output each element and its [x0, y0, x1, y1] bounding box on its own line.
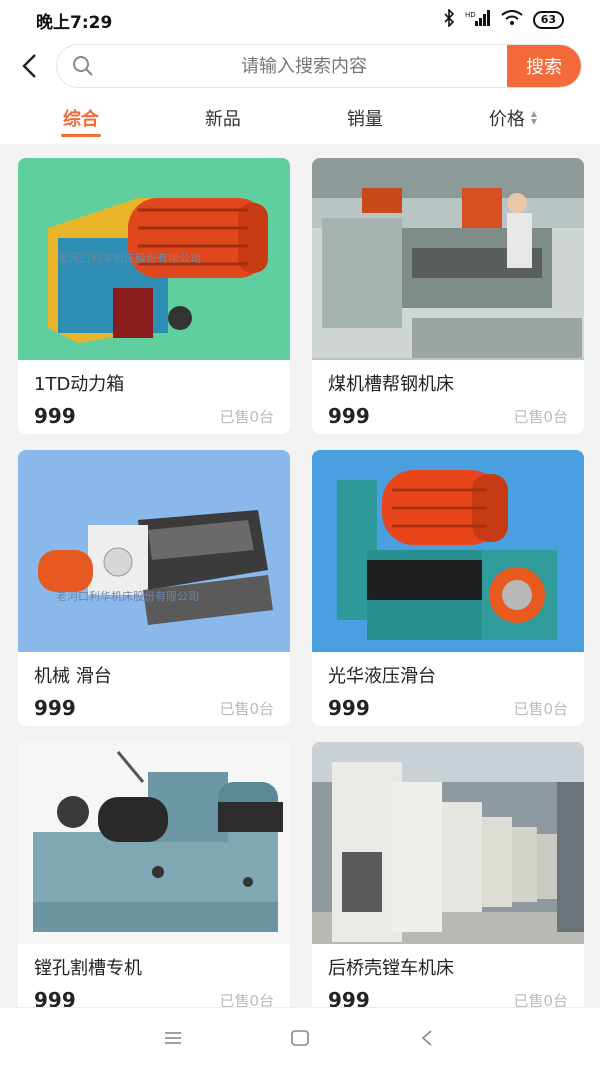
product-card[interactable]: 后桥壳镗车机床 999 已售0台 [312, 742, 584, 1007]
product-price: 999 [328, 404, 370, 428]
filter-tabs: 综合 新品 销量 价格 ▲ ▼ [0, 92, 600, 144]
tab-new[interactable]: 新品 [187, 95, 259, 141]
product-price: 999 [34, 988, 76, 1007]
back-triangle-icon [421, 1029, 432, 1046]
product-price: 999 [34, 404, 76, 428]
product-sold: 已售0台 [513, 407, 568, 426]
back-button[interactable] [14, 46, 44, 86]
product-card[interactable]: 老河口利华机床股份有限公司 1TD动力箱 999 已售0台 [18, 158, 290, 434]
tab-sales[interactable]: 销量 [329, 95, 401, 141]
product-image [312, 742, 584, 944]
tab-label: 新品 [204, 109, 241, 130]
status-time: 晚上7:29 [36, 12, 113, 33]
bluetooth-icon [443, 8, 455, 31]
product-sold: 已售0台 [219, 407, 274, 426]
product-price: 999 [328, 696, 370, 720]
home-button[interactable] [280, 1018, 320, 1058]
network-label: HD [465, 11, 476, 19]
sort-arrows-icon: ▲ ▼ [530, 109, 537, 126]
status-bar: 晚上7:29 HD 63 [0, 0, 600, 40]
search-icon [57, 55, 101, 77]
search-box: 搜索 [56, 44, 582, 88]
product-price: 999 [328, 988, 370, 1007]
product-watermark: 老河口利华机床股份有限公司 [56, 589, 199, 603]
menu-icon [165, 1031, 182, 1044]
product-title: 机械 滑台 [34, 666, 112, 687]
product-title: 煤机槽帮钢机床 [328, 374, 454, 395]
product-title: 1TD动力箱 [34, 374, 125, 395]
product-card[interactable]: 镗孔割槽专机 999 已售0台 [18, 742, 290, 1007]
product-card[interactable]: 老河口利华机床股份有限公司 机械 滑台 999 已售0台 [18, 450, 290, 726]
search-input[interactable] [101, 55, 507, 77]
home-square-icon [291, 1029, 309, 1046]
product-image [18, 742, 290, 944]
signal-icon: HD [465, 9, 491, 31]
system-back-button[interactable] [407, 1018, 447, 1058]
product-sold: 已售0台 [219, 991, 274, 1008]
product-sold: 已售0台 [513, 699, 568, 718]
search-row: 搜索 [0, 40, 600, 92]
product-watermark: 老河口利华机床股份有限公司 [58, 251, 201, 265]
product-image: 老河口利华机床股份有限公司 [18, 450, 290, 652]
product-grid: 老河口利华机床股份有限公司 1TD动力箱 999 已售0台 煤机槽帮钢机床 99… [0, 144, 600, 1007]
product-title: 镗孔割槽专机 [34, 958, 142, 979]
product-title: 光华液压滑台 [328, 666, 436, 687]
search-button[interactable]: 搜索 [507, 45, 581, 87]
status-icons: HD 63 [443, 8, 564, 31]
product-price: 999 [34, 696, 76, 720]
product-sold: 已售0台 [219, 699, 274, 718]
tab-comprehensive[interactable]: 综合 [45, 95, 117, 141]
product-image: 老河口利华机床股份有限公司 [18, 158, 290, 360]
wifi-icon [501, 10, 523, 30]
tab-price[interactable]: 价格 ▲ ▼ [471, 95, 555, 141]
tab-label: 综合 [62, 109, 99, 130]
product-image [312, 450, 584, 652]
chevron-left-icon [22, 54, 36, 78]
tab-label: 价格 [488, 109, 525, 130]
product-sold: 已售0台 [513, 991, 568, 1008]
product-card[interactable]: 煤机槽帮钢机床 999 已售0台 [312, 158, 584, 434]
tab-label: 销量 [346, 109, 383, 130]
product-title: 后桥壳镗车机床 [328, 958, 454, 979]
product-card[interactable]: 光华液压滑台 999 已售0台 [312, 450, 584, 726]
menu-button[interactable] [153, 1018, 193, 1058]
battery-indicator: 63 [532, 11, 564, 29]
product-image [312, 158, 584, 360]
system-nav-bar [0, 1007, 600, 1067]
